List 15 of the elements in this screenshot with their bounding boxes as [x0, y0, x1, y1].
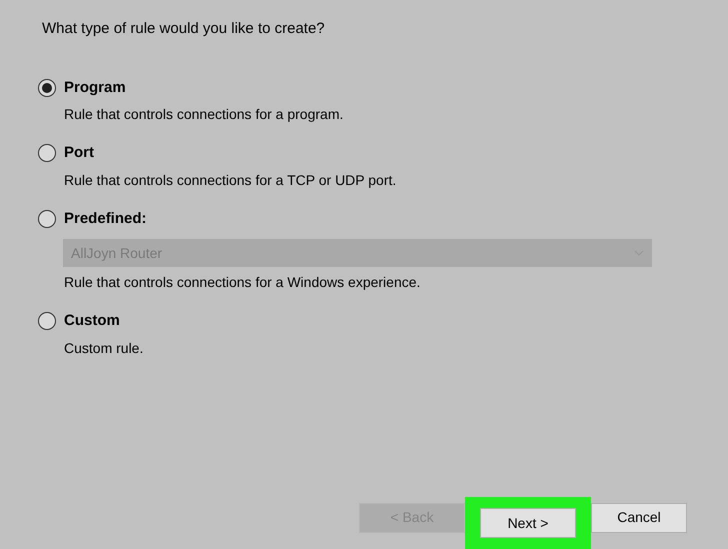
radio-button[interactable] [38, 312, 56, 330]
option-description: Rule that controls connections for a program. [64, 105, 344, 124]
radio-button[interactable] [38, 144, 56, 162]
wizard-button[interactable]: Cancel [591, 502, 687, 532]
option-description: Custom rule. [64, 338, 144, 358]
option-description: Rule that controls connections for a TCP or UDP port. [64, 170, 398, 190]
radio-button[interactable] [38, 210, 56, 228]
wizard-button[interactable]: Next > [480, 508, 576, 538]
option-label[interactable]: Predefined: [64, 208, 147, 230]
option-label[interactable]: Port [64, 142, 94, 164]
option-label[interactable]: Custom [64, 310, 120, 332]
question-text: What type of rule would you like to create? [42, 20, 325, 37]
option-label[interactable]: Program [64, 76, 126, 99]
option-description: Rule that controls connections for a Windows experience. [64, 273, 422, 292]
radio-button[interactable] [38, 78, 56, 97]
